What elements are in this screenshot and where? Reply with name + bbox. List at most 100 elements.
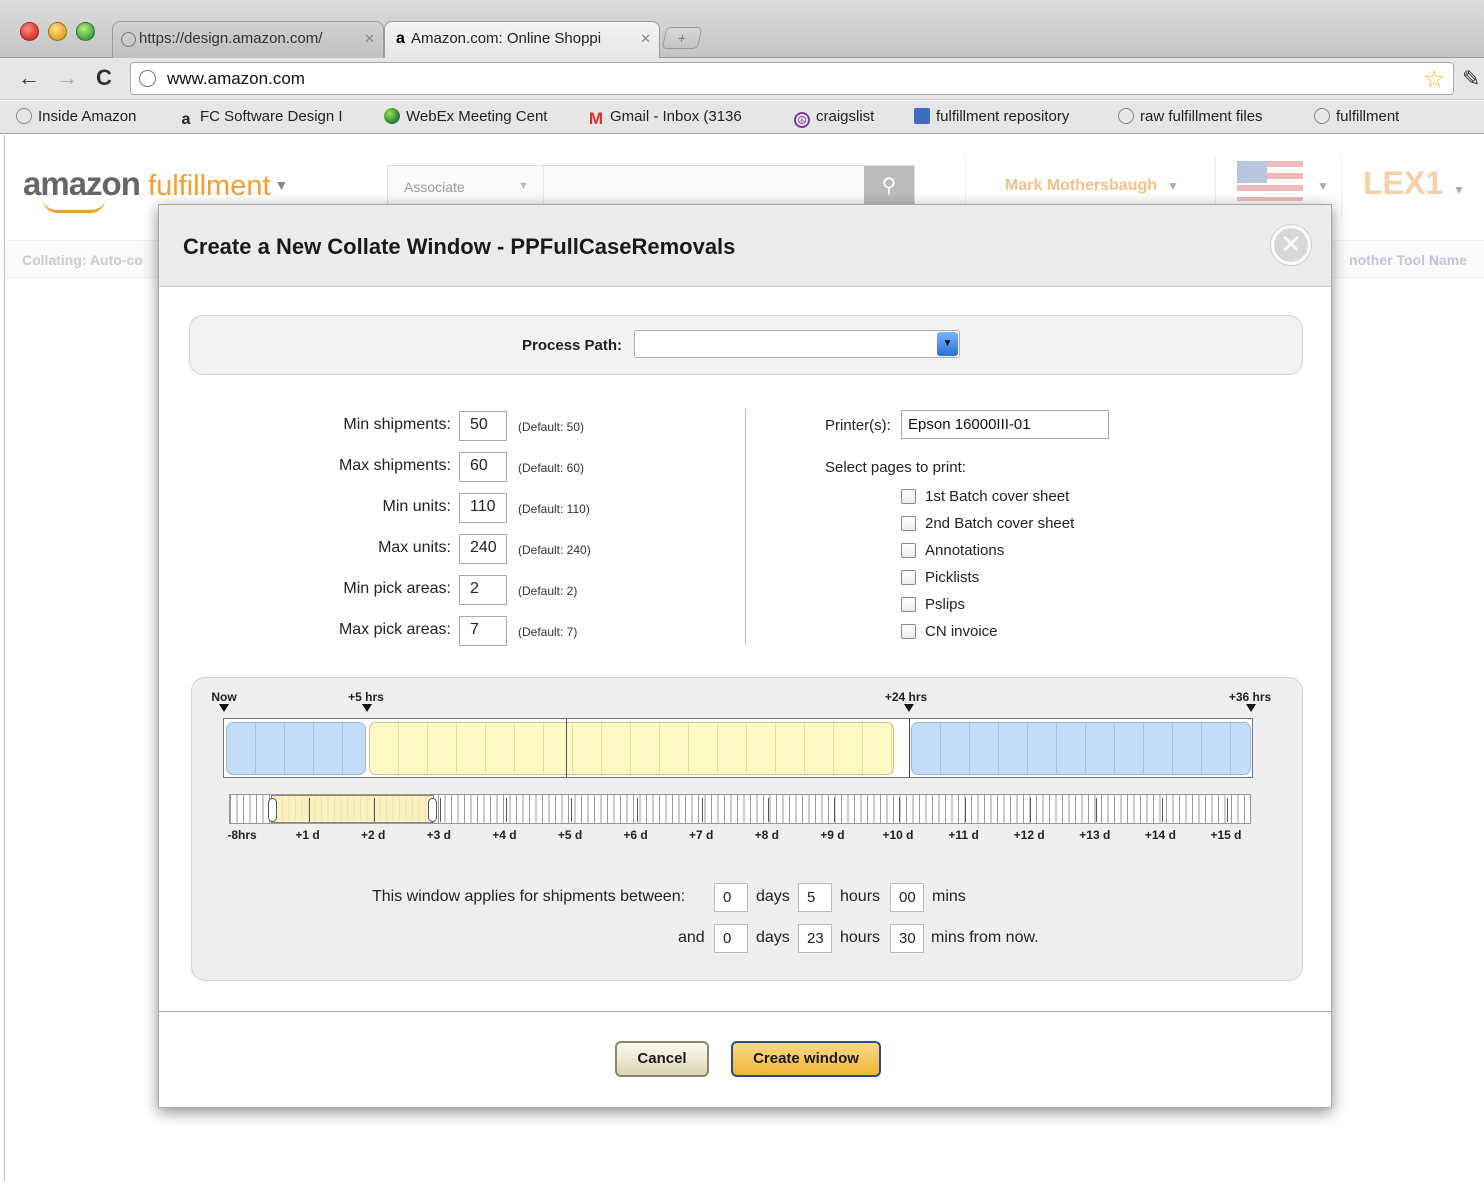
bookmark-inside-amazon[interactable]: Inside Amazon xyxy=(16,108,136,125)
bookmark-raw-fulfillment[interactable]: raw fulfillment files xyxy=(1118,108,1263,125)
bookmark-fulfillment[interactable]: fulfillment xyxy=(1314,108,1399,125)
back-icon[interactable]: ← xyxy=(18,66,40,90)
days-label: days xyxy=(756,888,790,905)
header-divider xyxy=(1341,155,1342,217)
checkbox[interactable] xyxy=(901,489,916,504)
min-shipments-label: Min shipments: xyxy=(343,416,451,433)
tab-amazon-shopping[interactable]: a Amazon.com: Online Shoppi ✕ xyxy=(384,21,660,59)
bookmark-label: Inside Amazon xyxy=(38,108,137,125)
start-mins-input[interactable]: 00 xyxy=(890,883,924,912)
tool-name-link[interactable]: nother Tool Name xyxy=(1349,252,1467,268)
checkbox-label: Picklists xyxy=(925,569,980,586)
globe-icon xyxy=(1314,108,1330,124)
min-shipments-row: Min shipments: xyxy=(159,411,451,439)
process-path-select[interactable]: ▼ xyxy=(634,330,960,358)
min-units-row: Min units: xyxy=(159,493,451,521)
create-window-button[interactable]: Create window xyxy=(731,1041,881,1077)
dropdown-arrow-icon[interactable]: ▼ xyxy=(937,332,958,356)
hours-label: hours xyxy=(840,888,881,905)
day-label: +5 d xyxy=(557,828,583,842)
range-handle-left[interactable] xyxy=(268,798,277,822)
end-days-input[interactable]: 0 xyxy=(714,924,748,953)
max-shipments-input[interactable]: 60 xyxy=(459,452,507,482)
timeline-marker-label: +24 hrs xyxy=(884,690,928,704)
close-icon[interactable]: ✕ xyxy=(364,31,375,47)
checkbox[interactable] xyxy=(901,543,916,558)
search-scope[interactable]: Associate xyxy=(404,179,465,195)
window-zoom-button[interactable] xyxy=(76,22,95,41)
window-close-button[interactable] xyxy=(20,22,39,41)
max-units-label: Max units: xyxy=(378,539,451,556)
day-label: +6 d xyxy=(623,828,648,842)
day-label: +14 d xyxy=(1144,828,1176,842)
range-selection[interactable] xyxy=(268,795,437,823)
window-minimize-button[interactable] xyxy=(48,22,67,41)
start-hours-input[interactable]: 5 xyxy=(798,883,832,912)
bookmark-label: Gmail - Inbox (3136 xyxy=(610,108,742,125)
range-handle-right[interactable] xyxy=(428,798,437,822)
checkbox[interactable] xyxy=(901,516,916,531)
cancel-button[interactable]: Cancel xyxy=(615,1041,709,1077)
bookmark-webex[interactable]: WebEx Meeting Cent xyxy=(384,108,566,125)
bookmarks-bar: Inside Amazon a FC Software Design I WebE… xyxy=(0,101,1484,134)
checkbox[interactable] xyxy=(901,570,916,585)
bookmark-label: raw fulfillment files xyxy=(1140,108,1263,125)
reload-icon[interactable]: C xyxy=(96,66,112,90)
bookmark-fc-software[interactable]: a FC Software Design I xyxy=(178,108,364,129)
ruler-day-mark xyxy=(833,798,835,822)
bookmark-fulfillment-repository[interactable]: fulfillment repository xyxy=(914,108,1069,125)
max-units-input[interactable]: 240 xyxy=(459,534,507,564)
forward-icon[interactable]: → xyxy=(56,66,78,90)
bookmark-craigslist[interactable]: ☮ craigslist xyxy=(794,108,874,128)
mins-label: mins xyxy=(932,888,966,905)
close-icon[interactable]: ✕ xyxy=(1271,225,1311,265)
checkbox[interactable] xyxy=(901,624,916,639)
ruler-day-mark xyxy=(702,798,704,822)
end-mins-input[interactable]: 30 xyxy=(890,924,924,953)
day-label: +15 d xyxy=(1210,828,1242,842)
min-shipments-input[interactable]: 50 xyxy=(459,411,507,441)
globe-icon xyxy=(121,32,136,47)
tab-design-amazon[interactable]: https://design.amazon.com/ ✕ xyxy=(112,21,384,58)
close-icon[interactable]: ✕ xyxy=(640,31,651,47)
day-label: +2 d xyxy=(361,828,386,842)
min-units-input[interactable]: 110 xyxy=(459,493,507,523)
timeline-segment-late xyxy=(911,722,1251,775)
us-flag-icon[interactable] xyxy=(1237,161,1303,201)
day-label: +1 d xyxy=(295,828,320,842)
checkbox[interactable] xyxy=(901,597,916,612)
process-path-panel: Process Path: ▼ xyxy=(189,315,1303,375)
ruler-day-mark xyxy=(899,798,901,822)
min-pick-areas-input[interactable]: 2 xyxy=(459,575,507,605)
ruler-day-mark xyxy=(636,798,638,822)
day-range-ruler[interactable] xyxy=(229,794,1251,824)
user-menu[interactable]: Mark Mothersbaugh ▼ xyxy=(1005,177,1179,195)
day-label: +3 d xyxy=(426,828,451,842)
amazon-fulfillment-logo[interactable]: amazon fulfillment ▼ xyxy=(23,165,288,203)
checkbox-label: Annotations xyxy=(925,542,1005,559)
day-label: +9 d xyxy=(820,828,845,842)
gmail-icon: M xyxy=(588,109,604,128)
day-label: +8 d xyxy=(754,828,779,842)
ruler-day-mark xyxy=(1096,798,1097,822)
globe-icon xyxy=(16,108,32,124)
logo-fulfillment-text: fulfillment xyxy=(148,170,271,202)
webex-icon xyxy=(384,108,400,124)
timeline-segment-selected[interactable] xyxy=(369,722,894,775)
search-button[interactable]: ⚲ xyxy=(864,166,914,206)
bookmark-gmail[interactable]: M Gmail - Inbox (3136 xyxy=(588,108,774,128)
address-bar[interactable]: www.amazon.com ☆ xyxy=(130,62,1454,95)
range-lead-text: This window applies for shipments betwee… xyxy=(372,888,686,905)
site-selector[interactable]: LEX1 ▼ xyxy=(1363,165,1465,202)
start-days-input[interactable]: 0 xyxy=(714,883,748,912)
search-bar[interactable]: Associate ▼ ⚲ xyxy=(387,165,915,207)
max-shipments-default: (Default: 60) xyxy=(518,461,585,475)
timeline-marker-label: +36 hrs xyxy=(1228,690,1272,704)
new-tab-button[interactable]: + xyxy=(661,27,703,49)
bookmark-star-icon[interactable]: ☆ xyxy=(1423,65,1445,94)
end-hours-input[interactable]: 23 xyxy=(798,924,832,953)
max-pick-areas-input[interactable]: 7 xyxy=(459,616,507,646)
wrench-icon[interactable]: ✎ xyxy=(1462,66,1480,92)
printer-input[interactable]: Epson 16000III-01 xyxy=(901,410,1109,439)
url-text[interactable]: www.amazon.com xyxy=(167,69,305,89)
